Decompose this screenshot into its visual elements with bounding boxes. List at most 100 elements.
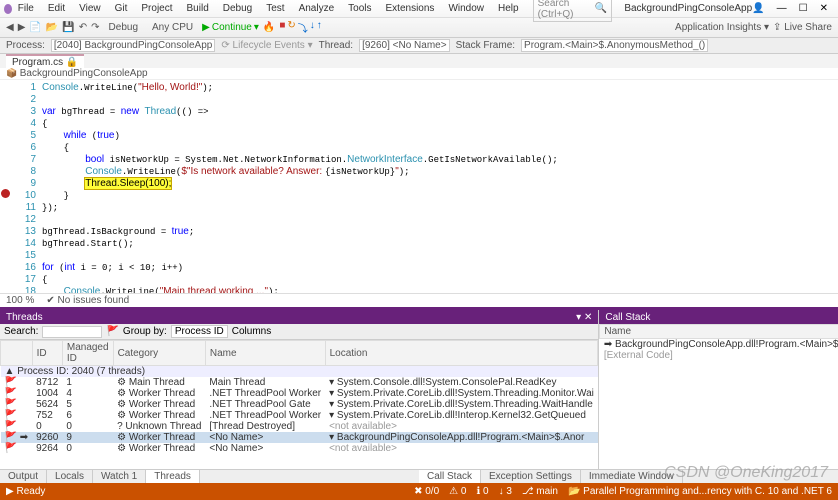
zoom-level[interactable]: 100 %: [6, 295, 34, 306]
threads-title: Threads: [6, 312, 43, 323]
new-icon[interactable]: 📄: [29, 22, 41, 33]
tab-watch[interactable]: Watch 1: [93, 470, 146, 483]
title-bar: File Edit View Git Project Build Debug T…: [0, 0, 838, 18]
debug-location-toolbar: Process: [2040] BackgroundPingConsoleApp…: [0, 38, 838, 54]
process-dropdown[interactable]: [2040] BackgroundPingConsoleApp: [51, 39, 215, 52]
table-row[interactable]: 🚩00? Unknown Thread[Thread Destroyed]<no…: [1, 421, 598, 432]
main-toolbar: ◀ ▶ 📄 📂 💾 ↶ ↷ Debug Any CPU ▶ Continue ▾…: [0, 18, 838, 38]
document-tabs: Program.cs 🔒: [0, 54, 838, 68]
status-errors[interactable]: ✖ 0/0: [414, 486, 439, 497]
panel-close-icon[interactable]: ✕: [584, 312, 592, 323]
status-fetch[interactable]: ↓ 3: [499, 486, 512, 497]
back-icon[interactable]: ◀: [6, 22, 14, 33]
panel-dropdown-icon[interactable]: ▾: [576, 312, 581, 323]
platform-dropdown[interactable]: Any CPU: [147, 20, 198, 35]
minimize-icon[interactable]: —: [777, 3, 787, 14]
status-warnings[interactable]: ⚠ 0: [449, 486, 466, 497]
stop-icon[interactable]: ■: [279, 20, 285, 35]
user-icon[interactable]: 👤: [752, 3, 764, 14]
callstack-panel: Call Stack▾ ✕ NameLang ➡ BackgroundPingC…: [599, 310, 838, 469]
table-row[interactable]: 🚩92640⚙ Worker Thread<No Name><not avail…: [1, 443, 598, 454]
group-label: Group by:: [123, 326, 167, 337]
menu-view[interactable]: View: [73, 1, 107, 16]
menu-analyze[interactable]: Analyze: [293, 1, 341, 16]
line-numbers: 123456789101112131415161718192021222324: [0, 80, 42, 293]
threads-panel: Threads▾ ✕ Search: 🚩 Group by: Process I…: [0, 310, 599, 469]
live-share[interactable]: ⇪ Live Share: [773, 22, 832, 33]
thread-group-header[interactable]: ▲ Process ID: 2040 (7 threads): [1, 366, 598, 378]
table-row[interactable]: 🚩 ➡92609⚙ Worker Thread<No Name>▾ Backgr…: [1, 432, 598, 443]
tab-program-cs[interactable]: Program.cs 🔒: [6, 54, 84, 69]
app-icon: [4, 4, 12, 14]
search-box[interactable]: Search (Ctrl+Q)🔍: [533, 0, 613, 22]
threads-search-input[interactable]: [42, 326, 102, 338]
status-messages[interactable]: ℹ 0: [476, 486, 488, 497]
redo-icon[interactable]: ↷: [91, 22, 99, 33]
menu-help[interactable]: Help: [492, 1, 525, 16]
menu-file[interactable]: File: [12, 1, 40, 16]
columns-dropdown[interactable]: Columns: [232, 326, 271, 337]
menu-project[interactable]: Project: [135, 1, 178, 16]
restart-icon[interactable]: ↻: [287, 20, 295, 35]
thread-dropdown[interactable]: [9260] <No Name>: [359, 39, 450, 52]
status-bar: ▶ Ready ✖ 0/0 ⚠ 0 ℹ 0 ↓ 3 ⎇ main 📂 Paral…: [0, 483, 838, 500]
status-repo[interactable]: 📂 Parallel Programming and...rency with …: [568, 486, 832, 497]
stackframe-dropdown[interactable]: Program.<Main>$.AnonymousMethod_(): [521, 39, 708, 52]
table-row[interactable]: 🚩56245⚙ Worker Thread.NET ThreadPool Gat…: [1, 399, 598, 410]
undo-icon[interactable]: ↶: [79, 22, 87, 33]
menu-debug[interactable]: Debug: [217, 1, 258, 16]
thread-label: Thread:: [319, 40, 353, 51]
open-icon[interactable]: 📂: [46, 22, 58, 33]
menu-edit[interactable]: Edit: [42, 1, 71, 16]
menu-test[interactable]: Test: [260, 1, 290, 16]
solution-name: BackgroundPingConsoleApp: [624, 3, 752, 14]
continue-button[interactable]: ▶ Continue ▾: [202, 22, 259, 33]
menu-build[interactable]: Build: [181, 1, 215, 16]
menu-tools[interactable]: Tools: [342, 1, 377, 16]
table-row[interactable]: 🚩7526⚙ Worker Thread.NET ThreadPool Work…: [1, 410, 598, 421]
menu-git[interactable]: Git: [109, 1, 134, 16]
close-icon[interactable]: ✕: [820, 3, 828, 14]
debug-controls: ■ ↻ ⤵ ↓ ↑: [279, 20, 321, 35]
step-out-icon[interactable]: ↑: [317, 20, 322, 35]
config-dropdown[interactable]: Debug: [104, 20, 143, 35]
tab-output[interactable]: Output: [0, 470, 47, 483]
save-icon[interactable]: 💾: [62, 22, 74, 33]
status-ready: ▶ Ready: [6, 486, 45, 497]
code-content[interactable]: Console.WriteLine("Hello, World!"); var …: [42, 80, 838, 293]
step-into-icon[interactable]: ↓: [310, 20, 315, 35]
callstack-table: NameLang ➡ BackgroundPingConsoleApp.dll!…: [599, 324, 838, 361]
watermark: CSDN @OneKing2017: [664, 464, 828, 482]
table-row[interactable]: ➡ BackgroundPingConsoleApp.dll!Program.<…: [600, 339, 838, 351]
breakpoint-icon[interactable]: [1, 189, 10, 198]
tab-locals[interactable]: Locals: [47, 470, 93, 483]
code-editor[interactable]: 123456789101112131415161718192021222324 …: [0, 80, 838, 293]
maximize-icon[interactable]: ☐: [799, 3, 808, 14]
status-branch[interactable]: ⎇ main: [522, 486, 558, 497]
search-icon: 🔍: [595, 3, 607, 14]
callstack-title: Call Stack: [605, 312, 650, 323]
window-controls: 👤 — ☐ ✕: [752, 3, 834, 14]
table-row[interactable]: [External Code]: [600, 350, 838, 361]
tab-exception[interactable]: Exception Settings: [481, 470, 581, 483]
menu-extensions[interactable]: Extensions: [380, 1, 441, 16]
bottom-tabs-left: Output Locals Watch 1 Threads: [0, 469, 419, 483]
lifecycle-dropdown[interactable]: ⟳ Lifecycle Events ▾: [221, 40, 312, 51]
process-label: Process:: [6, 40, 45, 51]
step-over-icon[interactable]: ⤵: [298, 20, 308, 35]
editor-status: 100 % ✔ No issues found Ln: 9 Ch: 9 SPC …: [0, 293, 838, 307]
tab-threads[interactable]: Threads: [146, 470, 200, 483]
threads-table: IDManaged IDCategoryNameLocation ▲ Proce…: [0, 340, 598, 454]
nav-bar[interactable]: 📦 BackgroundPingConsoleApp: [0, 68, 838, 80]
hot-reload-icon[interactable]: 🔥: [263, 22, 275, 33]
main-menu: File Edit View Git Project Build Debug T…: [12, 1, 525, 16]
group-dropdown[interactable]: Process ID: [171, 325, 228, 338]
issues-status[interactable]: ✔ No issues found: [46, 295, 129, 306]
forward-icon[interactable]: ▶: [18, 22, 26, 33]
menu-window[interactable]: Window: [442, 1, 490, 16]
table-row[interactable]: 🚩10044⚙ Worker Thread.NET ThreadPool Wor…: [1, 388, 598, 399]
tab-callstack[interactable]: Call Stack: [419, 470, 481, 483]
flag-icon[interactable]: 🚩: [106, 326, 118, 337]
app-insights[interactable]: Application Insights ▾: [675, 22, 769, 33]
table-row[interactable]: 🚩87121⚙ Main ThreadMain Thread▾ System.C…: [1, 377, 598, 388]
